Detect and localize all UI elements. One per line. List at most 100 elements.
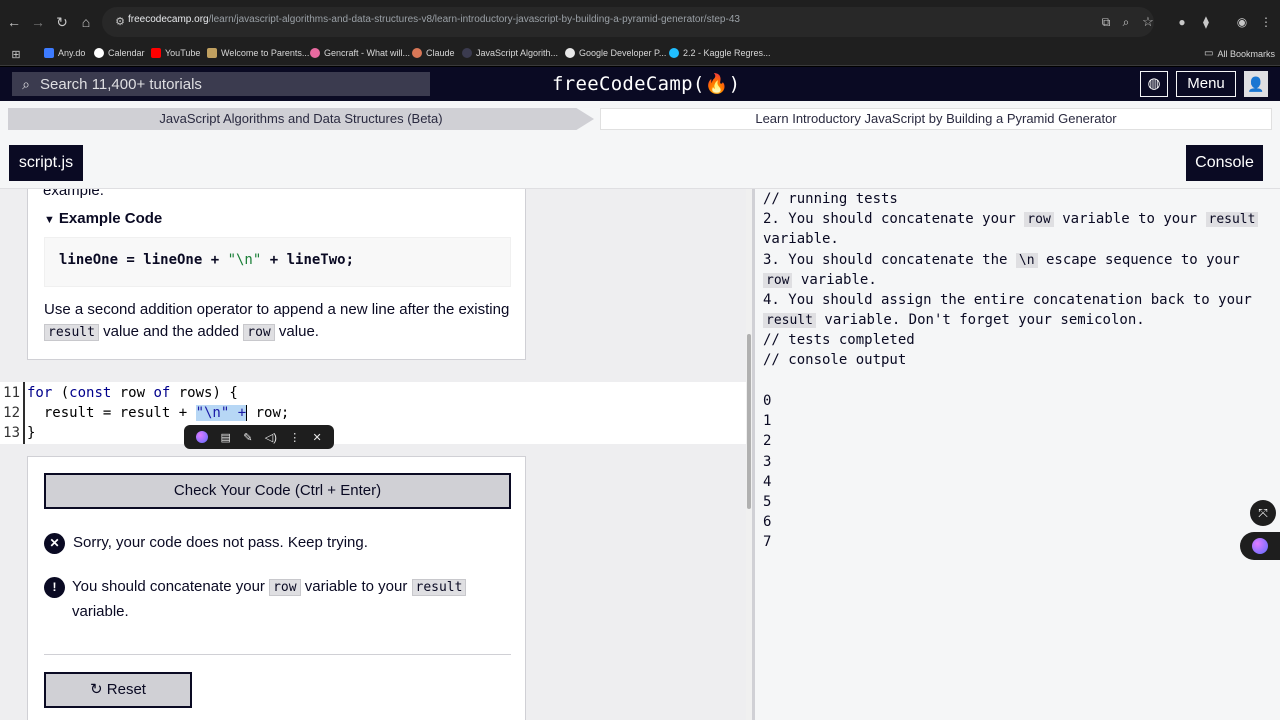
forward-icon[interactable]: → [28,12,48,32]
url-text: freecodecamp.org/learn/javascript-algori… [128,14,740,25]
console-text: escape sequence to your [1037,252,1240,268]
bookmark-item[interactable]: Claude [412,48,455,58]
code-part: rows) { [170,385,238,401]
inline-code: row [1024,212,1054,227]
inline-code: result [1205,212,1259,227]
puzzle-icon[interactable]: ⧫ [1196,12,1216,32]
code-line[interactable]: 13 } [0,423,750,443]
console-line: variable. [763,231,839,247]
test-results-card: Check Your Code (Ctrl + Enter) ✕ Sorry, y… [27,456,526,720]
console-line: // console output [763,352,907,368]
fail-text: Sorry, your code does not pass. Keep try… [73,534,368,551]
selected-text: "\n" + [195,405,247,421]
calendar-icon [94,48,104,58]
more-icon[interactable]: ⋮ [289,431,300,444]
bookmark-item[interactable]: Google Developer P... [565,48,666,58]
bookmark-item[interactable]: Any.do [44,48,85,58]
bookmark-star-icon[interactable]: ☆ [1138,12,1158,32]
bookmark-item[interactable]: Gencraft - What will... [310,48,410,58]
code-text[interactable]: result = result + "\n" + row; [27,403,289,423]
apps-icon[interactable]: ⊞ [6,45,26,65]
console-line: 4. You should assign the entire concaten… [763,292,1252,308]
avatar[interactable]: 👤 [1244,71,1268,97]
extension-icon[interactable]: ● [1172,12,1192,32]
youtube-icon [151,48,161,58]
console-line: 3. You should concatenate the \n escape … [763,250,1240,271]
check-code-button[interactable]: Check Your Code (Ctrl + Enter) [44,473,511,509]
console-text: 3. You should concatenate the [763,252,1016,268]
hint-message: ! You should concatenate your row variab… [44,575,484,624]
console-output: 5 [763,494,772,510]
search-input[interactable]: ⌕ Search 11,400+ tutorials [12,72,430,96]
bookmark-label: Claude [426,48,455,58]
code-editor[interactable]: 11 for (const row of rows) { 12 result =… [0,382,750,444]
parents-icon [207,48,217,58]
ai-orb-icon[interactable] [196,431,209,443]
code-line[interactable]: 11 for (const row of rows) { [0,383,750,403]
bookmark-label: Welcome to Parents... [221,48,310,58]
example-code-part: + lineTwo; [261,252,355,268]
example-toggle-label: Example Code [58,210,163,227]
code-part: row; [247,405,290,421]
reload-icon[interactable]: ↻ [52,12,72,32]
inline-code: row [269,579,301,596]
code-text[interactable]: } [27,423,35,443]
profile-icon[interactable]: ◉ [1232,12,1252,32]
globe-icon[interactable]: ◍ [1140,71,1168,97]
folder-icon: ▭ [1204,48,1214,59]
bookmark-item[interactable]: JavaScript Algorith... [462,48,558,58]
example-code-block: lineOne = lineOne + "\n" + lineTwo; [44,237,511,287]
all-bookmarks[interactable]: ▭ All Bookmarks [1204,48,1275,59]
ai-assistant-button[interactable] [1240,532,1280,560]
bookmark-item[interactable]: Calendar [94,48,145,58]
hint-part: You should concatenate your [72,578,265,595]
editor-toolbar: script.js Console [0,137,1280,189]
line-number: 12 [3,405,20,421]
reset-icon: ↻ [90,681,107,698]
reset-button[interactable]: ↻ Reset [44,672,192,708]
pencil-icon[interactable]: ✎ [243,431,252,444]
speaker-icon[interactable]: ◁) [265,431,277,444]
claude-icon [412,48,422,58]
bookmark-label: Calendar [108,48,145,58]
code-text[interactable]: for (const row of rows) { [27,383,238,403]
console-output: 4 [763,474,772,490]
code-line[interactable]: 12 result = result + "\n" + row; [0,403,750,423]
kebab-menu-icon[interactable]: ⋮ [1256,12,1276,32]
hint-part: variable. [72,603,129,620]
bookmark-label: Gencraft - What will... [324,48,411,58]
tab-script-js[interactable]: script.js [9,145,83,181]
breadcrumb-block[interactable]: Learn Introductory JavaScript by Buildin… [600,108,1272,130]
zoom-icon[interactable]: ⌕ [1116,12,1136,32]
console-output: 3 [763,454,772,470]
screenshot-tool-icon[interactable]: ⤧ [1250,500,1276,526]
install-icon[interactable]: ⧉ [1096,12,1116,32]
lightbulb-icon: ! [44,577,65,598]
bookmark-label: JavaScript Algorith... [476,48,559,58]
back-icon[interactable]: ← [4,12,24,32]
console-pane: // running tests 2. You should concatena… [755,189,1280,720]
console-text: 2. You should concatenate your [763,211,1025,227]
code-part: row [111,385,154,401]
inline-code: result [763,313,816,328]
close-icon[interactable]: ✕ [313,431,322,444]
console-line: result variable. Don't forget your semic… [763,310,1145,331]
breadcrumb-superblock[interactable]: JavaScript Algorithms and Data Structure… [8,108,594,130]
site-logo[interactable]: freeCodeCamp(🔥) [552,72,740,95]
example-code-toggle[interactable]: ▼ Example Code [44,208,162,231]
scrollbar-thumb[interactable] [747,334,751,509]
home-icon[interactable]: ⌂ [76,12,96,32]
instruction-part: value and the added [103,323,240,340]
ai-orb-icon [1252,538,1268,554]
bookmark-label: Any.do [58,48,86,58]
divider [44,654,511,655]
tab-console[interactable]: Console [1186,145,1263,181]
site-info-icon[interactable]: ⚙ [110,12,130,32]
menu-button[interactable]: Menu [1176,71,1236,97]
bookmark-item[interactable]: 2.2 - Kaggle Regres... [669,48,771,58]
bookmark-item[interactable]: YouTube [151,48,200,58]
url-host: freecodecamp.org [128,14,209,25]
bookmark-item[interactable]: Welcome to Parents... [207,48,309,58]
summarize-icon[interactable]: ▤ [220,431,230,444]
inline-code: \n [1015,253,1038,268]
